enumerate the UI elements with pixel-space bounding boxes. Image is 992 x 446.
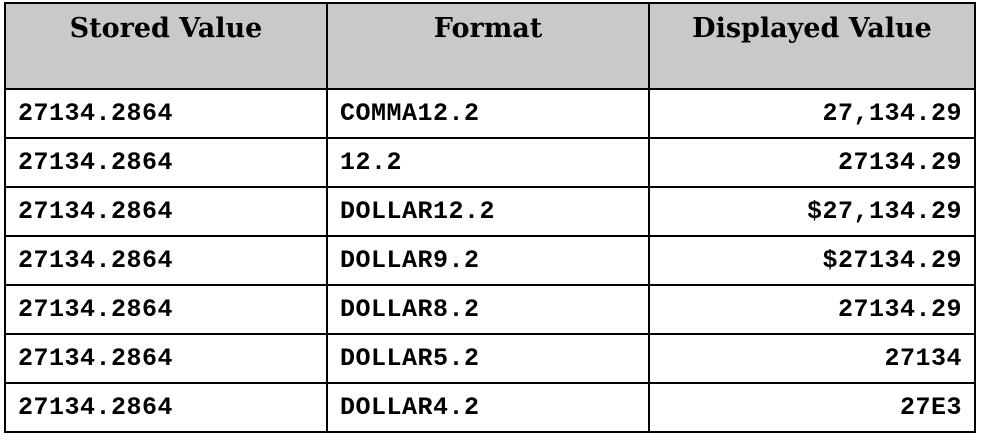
table-row: 27134.2864 DOLLAR9.2 $27134.29 xyxy=(4,235,976,286)
stored-value-cell: 27134.2864 xyxy=(4,137,328,188)
format-cell: DOLLAR12.2 xyxy=(326,186,650,237)
format-cell: COMMA12.2 xyxy=(326,88,650,139)
table-header-row: Stored Value Format Displayed Value xyxy=(4,2,976,90)
format-cell: DOLLAR8.2 xyxy=(326,284,650,335)
header-displayed-value: Displayed Value xyxy=(648,2,976,90)
stored-value-cell: 27134.2864 xyxy=(4,235,328,286)
table-row: 27134.2864 DOLLAR5.2 27134 xyxy=(4,333,976,384)
table-row: 27134.2864 DOLLAR4.2 27E3 xyxy=(4,382,976,433)
table-row: 27134.2864 12.2 27134.29 xyxy=(4,137,976,188)
displayed-value-cell: $27134.29 xyxy=(648,235,976,286)
format-cell: 12.2 xyxy=(326,137,650,188)
displayed-value-cell: 27E3 xyxy=(648,382,976,433)
stored-value-cell: 27134.2864 xyxy=(4,186,328,237)
displayed-value-cell: 27134.29 xyxy=(648,137,976,188)
stored-value-cell: 27134.2864 xyxy=(4,382,328,433)
format-cell: DOLLAR5.2 xyxy=(326,333,650,384)
table-row: 27134.2864 COMMA12.2 27,134.29 xyxy=(4,88,976,139)
displayed-value-cell: $27,134.29 xyxy=(648,186,976,237)
format-cell: DOLLAR9.2 xyxy=(326,235,650,286)
stored-value-cell: 27134.2864 xyxy=(4,333,328,384)
displayed-value-cell: 27134.29 xyxy=(648,284,976,335)
displayed-value-cell: 27134 xyxy=(648,333,976,384)
displayed-value-cell: 27,134.29 xyxy=(648,88,976,139)
table-row: 27134.2864 DOLLAR12.2 $27,134.29 xyxy=(4,186,976,237)
format-table-container: Stored Value Format Displayed Value 2713… xyxy=(4,2,976,433)
stored-value-cell: 27134.2864 xyxy=(4,88,328,139)
header-format: Format xyxy=(326,2,650,90)
format-cell: DOLLAR4.2 xyxy=(326,382,650,433)
header-stored-value: Stored Value xyxy=(4,2,328,90)
table-row: 27134.2864 DOLLAR8.2 27134.29 xyxy=(4,284,976,335)
stored-value-cell: 27134.2864 xyxy=(4,284,328,335)
format-table: Stored Value Format Displayed Value 2713… xyxy=(4,2,976,433)
